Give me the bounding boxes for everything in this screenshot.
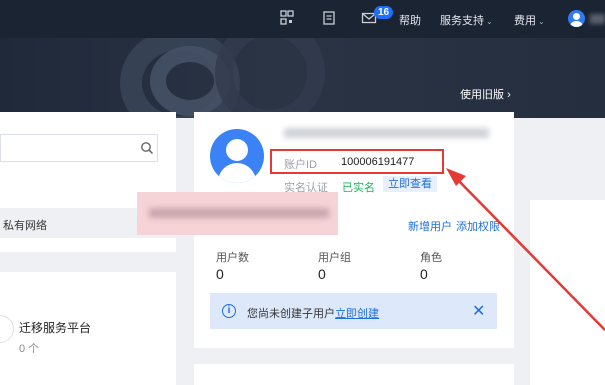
user-count-value[interactable]: 0 [216, 266, 224, 282]
redacted-tooltip-overlay [137, 192, 338, 235]
right-side-card [530, 200, 605, 385]
create-subuser-link[interactable]: 立即创建 [335, 305, 379, 321]
top-navigation-bar: 16 帮助 服务支持 ⌄ 费用 ⌄ [0, 0, 605, 38]
account-id-highlight-box [270, 149, 444, 174]
billing-menu[interactable]: 费用 ⌄ [514, 12, 545, 28]
service-support-label: 服务支持 [440, 15, 484, 27]
no-subuser-notice: i 您尚未创建子用户 立即创建 ✕ [210, 293, 497, 329]
account-name-redacted [284, 128, 489, 138]
chevron-down-icon: ⌄ [486, 17, 493, 26]
bottom-card [194, 364, 514, 385]
search-icon[interactable] [140, 141, 154, 155]
hero-banner [0, 38, 605, 118]
close-icon[interactable]: ✕ [472, 301, 485, 321]
product-search-input[interactable] [0, 134, 158, 162]
migration-service-icon [0, 315, 14, 343]
migration-service-card: 迁移服务平台 0 个 [0, 272, 176, 385]
role-value[interactable]: 0 [420, 266, 428, 282]
old-version-label: 使用旧版 [460, 89, 504, 101]
notice-text: 您尚未创建子用户 [247, 308, 335, 320]
username-redacted [590, 14, 605, 24]
message-count-badge: 16 [374, 6, 394, 19]
migration-service-count: 0 个 [19, 343, 40, 355]
verification-status-badge: 已实名 [342, 182, 375, 194]
help-link[interactable]: 帮助 [399, 12, 421, 28]
info-icon: i [222, 304, 236, 318]
migration-service-title[interactable]: 迁移服务平台 [19, 319, 91, 336]
add-permission-link[interactable]: 添加权限 [456, 218, 500, 234]
account-avatar [210, 129, 264, 183]
redacted-text [149, 208, 329, 218]
view-verification-button[interactable]: 立即查看 [383, 176, 437, 192]
chevron-down-icon: ⌄ [538, 17, 545, 26]
role-label: 角色 [420, 252, 442, 264]
user-group-label: 用户组 [318, 252, 351, 264]
private-network-label: 私有网络 [3, 220, 47, 232]
user-count-label: 用户数 [216, 252, 249, 264]
user-group-value[interactable]: 0 [318, 266, 326, 282]
document-icon[interactable] [321, 10, 337, 26]
use-old-version-link[interactable]: 使用旧版 › [460, 86, 511, 102]
billing-label: 费用 [514, 15, 536, 27]
user-avatar-icon[interactable] [568, 10, 585, 27]
service-support-menu[interactable]: 服务支持 ⌄ [440, 12, 493, 28]
chevron-right-icon: › [507, 89, 511, 101]
qrcode-icon[interactable] [279, 10, 295, 26]
add-user-link[interactable]: 新增用户 [408, 218, 452, 234]
